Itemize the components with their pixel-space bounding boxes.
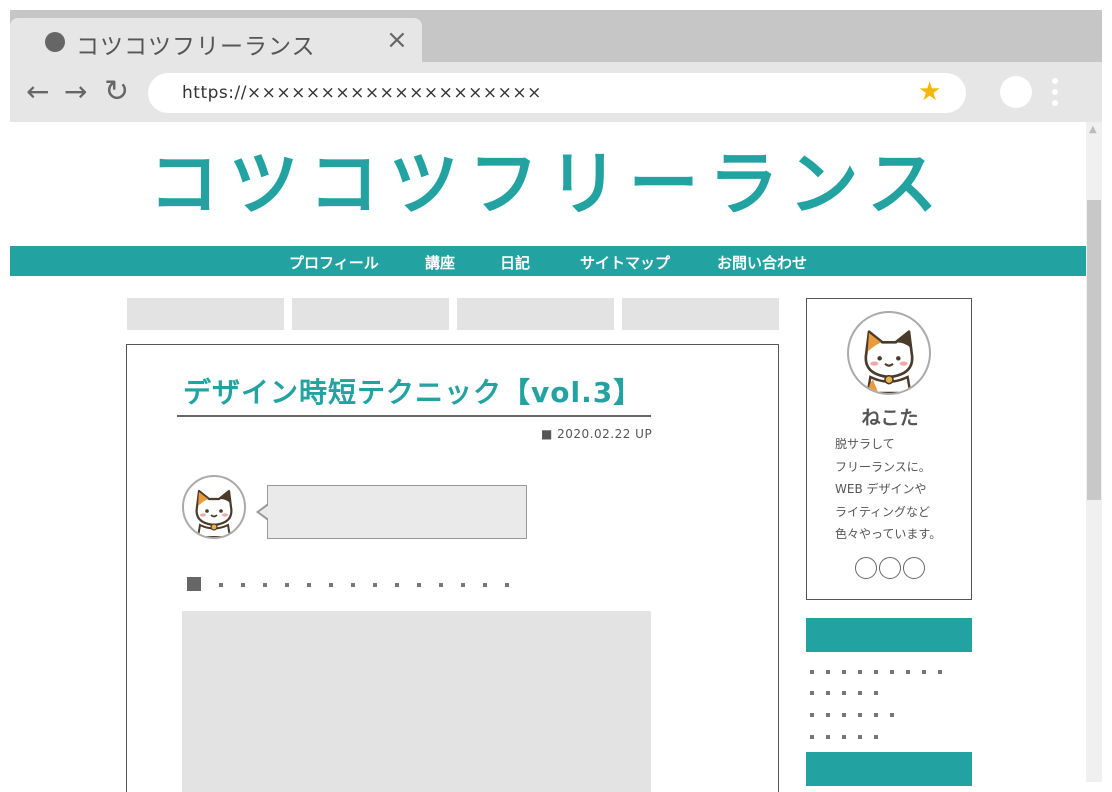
nav-item-profile[interactable]: プロフィール	[289, 252, 379, 273]
heading-marker-icon	[187, 577, 201, 591]
category-tab-2[interactable]	[292, 298, 449, 330]
profile-card: ねこた 脱サラして フリーランスに。 WEB デザインや ライティングなど 色々…	[806, 298, 972, 600]
sidebar-link-placeholder[interactable]	[810, 735, 890, 739]
category-tab-1[interactable]	[127, 298, 284, 330]
sidebar-link-placeholder[interactable]	[810, 713, 906, 717]
article-image-placeholder	[182, 611, 651, 792]
profile-bio: 脱サラして フリーランスに。 WEB デザインや ライティングなど 色々やってい…	[835, 433, 941, 546]
nav-item-course[interactable]: 講座	[425, 252, 455, 273]
profile-avatar	[847, 311, 931, 395]
sidebar-widget-header	[806, 618, 972, 652]
tab-close-button[interactable]: ×	[386, 25, 408, 55]
page-viewport: コツコツフリーランス プロフィール 講座 日記 サイトマップ お問い合わせ デザ…	[10, 122, 1086, 792]
heading-placeholder	[219, 583, 527, 587]
scroll-up-icon[interactable]: ▲	[1089, 124, 1097, 135]
scrollbar-thumb[interactable]	[1087, 200, 1101, 500]
back-button[interactable]: ←	[26, 76, 49, 108]
address-bar[interactable]: https://×××××××××××××××××××× ★	[148, 73, 966, 113]
social-link-icon[interactable]	[855, 557, 877, 579]
nav-item-sitemap[interactable]: サイトマップ	[580, 252, 670, 273]
post-title: デザイン時短テクニック【vol.3】	[183, 376, 643, 409]
bio-line: WEB デザインや	[835, 482, 927, 496]
social-link-icon[interactable]	[903, 557, 925, 579]
browser-toolbar: ← → ↻ https://×××××××××××××××××××× ★	[10, 62, 1102, 122]
bio-line: フリーランスに。	[835, 459, 931, 474]
sidebar-link-placeholder[interactable]	[810, 670, 954, 674]
bio-line: ライティングなど	[835, 504, 931, 519]
browser-tab[interactable]: コツコツフリーランス ×	[10, 18, 422, 64]
nav-item-diary[interactable]: 日記	[500, 252, 530, 273]
title-divider	[177, 415, 651, 417]
tab-title: コツコツフリーランス	[76, 34, 316, 60]
favicon-icon	[45, 32, 65, 52]
speech-bubble-tail-inner	[259, 505, 269, 519]
social-links	[855, 557, 927, 579]
page-scrollbar[interactable]: ▲	[1086, 122, 1102, 782]
global-nav: プロフィール 講座 日記 サイトマップ お問い合わせ	[10, 246, 1086, 276]
forward-button[interactable]: →	[64, 76, 87, 108]
profile-icon[interactable]	[1000, 76, 1032, 108]
url-text: https://××××××××××××××××××××	[182, 83, 542, 103]
nav-item-contact[interactable]: お問い合わせ	[717, 252, 807, 273]
bio-line: 脱サラして	[835, 437, 895, 451]
category-tab-3[interactable]	[457, 298, 614, 330]
bio-line: 色々やっています。	[835, 527, 942, 541]
article-card: デザイン時短テクニック【vol.3】 ■ 2020.02.22 UP	[126, 344, 779, 792]
speech-bubble	[267, 485, 527, 539]
sidebar-widget-header	[806, 752, 972, 786]
profile-name: ねこた	[861, 407, 919, 429]
star-icon[interactable]: ★	[918, 77, 941, 107]
cat-icon	[195, 489, 233, 537]
sidebar-link-placeholder[interactable]	[810, 691, 890, 695]
post-date: ■ 2020.02.22 UP	[541, 427, 653, 441]
social-link-icon[interactable]	[879, 557, 901, 579]
category-tab-4[interactable]	[622, 298, 779, 330]
cat-icon	[864, 330, 914, 393]
author-avatar	[182, 475, 246, 539]
reload-button[interactable]: ↻	[104, 76, 129, 108]
browser-menu-icon[interactable]	[1052, 78, 1058, 111]
site-logo[interactable]: コツコツフリーランス	[10, 142, 1086, 226]
